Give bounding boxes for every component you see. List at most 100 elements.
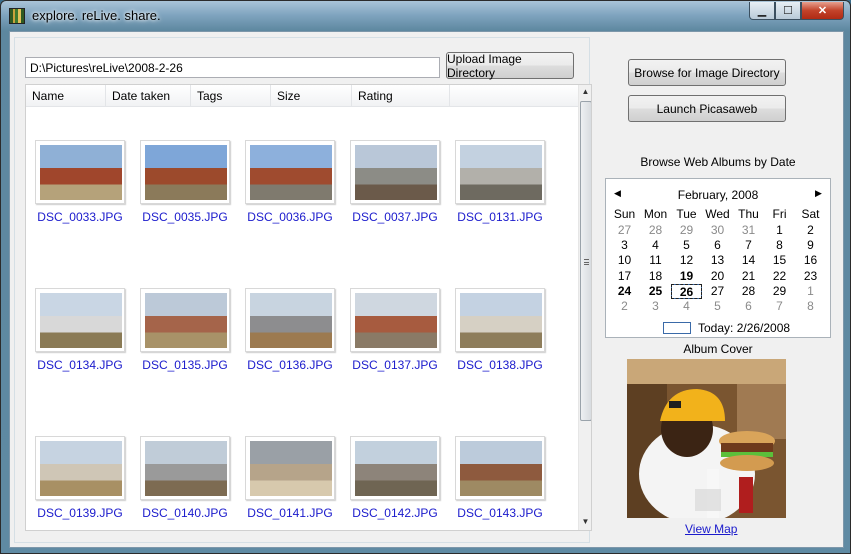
calendar-day[interactable]: 28: [733, 284, 764, 299]
photo-thumbnail-campus-field[interactable]: [140, 288, 230, 352]
thumbnail-filename[interactable]: DSC_0139.JPG: [34, 506, 126, 520]
photo-thumbnail-brick-building[interactable]: [140, 140, 230, 204]
column-header-name[interactable]: Name: [26, 85, 106, 107]
calendar-day[interactable]: 27: [702, 284, 733, 299]
calendar-day[interactable]: 27: [609, 223, 640, 238]
calendar-day[interactable]: 17: [609, 269, 640, 284]
calendar-day[interactable]: 21: [733, 269, 764, 284]
image-list-view[interactable]: Name Date taken Tags Size Rating DSC_003…: [25, 84, 592, 531]
next-month-arrow-icon[interactable]: ▶: [815, 188, 822, 199]
photo-thumbnail-sculpture[interactable]: [245, 288, 335, 352]
calendar-day[interactable]: 6: [733, 299, 764, 314]
calendar-day[interactable]: 9: [795, 238, 826, 253]
weekday-label: Fri: [772, 207, 787, 221]
photo-thumbnail-brick-building[interactable]: [455, 436, 545, 500]
upload-image-directory-button[interactable]: Upload Image Directory: [446, 52, 574, 80]
calendar-today-label: Today: 2/26/2008: [698, 321, 791, 335]
thumbnail-filename[interactable]: DSC_0035.JPG: [139, 210, 231, 224]
close-button[interactable]: ✕: [801, 2, 844, 20]
thumbnail-filename[interactable]: DSC_0036.JPG: [244, 210, 336, 224]
photo-thumbnail-ring-sculpture[interactable]: [140, 436, 230, 500]
thumbnail-filename[interactable]: DSC_0140.JPG: [139, 506, 231, 520]
previous-month-arrow-icon[interactable]: ◀: [614, 188, 621, 199]
calendar-day[interactable]: 16: [795, 253, 826, 268]
calendar-day[interactable]: 2: [609, 299, 640, 314]
thumbnail-filename[interactable]: DSC_0138.JPG: [454, 358, 546, 372]
calendar-day[interactable]: 3: [609, 238, 640, 253]
calendar-day[interactable]: 14: [733, 253, 764, 268]
calendar-day[interactable]: 30: [702, 223, 733, 238]
thumbnail-filename[interactable]: DSC_0134.JPG: [34, 358, 126, 372]
directory-path-input[interactable]: [25, 57, 440, 78]
calendar-day[interactable]: 15: [764, 253, 795, 268]
weekday-label: Thu: [738, 207, 759, 221]
calendar-day[interactable]: 13: [702, 253, 733, 268]
vertical-scrollbar[interactable]: ▲ ▼: [578, 85, 591, 530]
photo-thumbnail-modern-building[interactable]: [350, 436, 440, 500]
photo-thumbnail-satellite-dish[interactable]: [35, 288, 125, 352]
scroll-thumb[interactable]: [580, 101, 591, 421]
calendar-today-link[interactable]: Today: 2/26/2008: [663, 321, 790, 335]
calendar-day[interactable]: 1: [795, 284, 826, 299]
photo-thumbnail-garage-doors[interactable]: [350, 288, 440, 352]
calendar-day[interactable]: 5: [671, 238, 702, 253]
calendar-day[interactable]: 29: [671, 223, 702, 238]
photo-thumbnail-building-corner[interactable]: [350, 140, 440, 204]
calendar-day[interactable]: 2: [795, 223, 826, 238]
photo-thumbnail-brick-building[interactable]: [245, 140, 335, 204]
calendar-day[interactable]: 8: [795, 299, 826, 314]
column-header-tags[interactable]: Tags: [191, 85, 271, 107]
thumbnail-filename[interactable]: DSC_0136.JPG: [244, 358, 336, 372]
column-header-size[interactable]: Size: [271, 85, 352, 107]
launch-picasaweb-button[interactable]: Launch Picasaweb: [628, 95, 786, 122]
scroll-up-arrow-icon[interactable]: ▲: [581, 87, 590, 96]
photo-thumbnail-parking-lot[interactable]: [455, 140, 545, 204]
scroll-down-arrow-icon[interactable]: ▼: [581, 517, 590, 526]
calendar-day[interactable]: 20: [702, 269, 733, 284]
thumbnail-filename[interactable]: DSC_0135.JPG: [139, 358, 231, 372]
calendar-day[interactable]: 1: [764, 223, 795, 238]
calendar-day[interactable]: 5: [702, 299, 733, 314]
title-bar[interactable]: explore. reLive. share. ▁ ☐ ✕: [1, 1, 850, 31]
thumbnail-filename[interactable]: DSC_0137.JPG: [349, 358, 441, 372]
calendar-day[interactable]: 10: [609, 253, 640, 268]
calendar-day[interactable]: 23: [795, 269, 826, 284]
thumbnail-filename[interactable]: DSC_0037.JPG: [349, 210, 441, 224]
calendar-day[interactable]: 25: [640, 284, 671, 299]
photo-thumbnail-white-buildings[interactable]: [455, 288, 545, 352]
calendar-day[interactable]: 4: [671, 299, 702, 314]
calendar-day[interactable]: 24: [609, 284, 640, 299]
calendar-day[interactable]: 18: [640, 269, 671, 284]
calendar-day[interactable]: 7: [733, 238, 764, 253]
calendar-day[interactable]: 22: [764, 269, 795, 284]
calendar-day[interactable]: 19: [671, 269, 702, 284]
thumbnail-filename[interactable]: DSC_0131.JPG: [454, 210, 546, 224]
minimize-button[interactable]: ▁: [749, 2, 775, 20]
calendar-day[interactable]: 4: [640, 238, 671, 253]
thumbnail-filename[interactable]: DSC_0142.JPG: [349, 506, 441, 520]
calendar-day[interactable]: 31: [733, 223, 764, 238]
view-map-link[interactable]: View Map: [685, 522, 737, 536]
calendar-day[interactable]: 26: [671, 283, 702, 299]
calendar-day[interactable]: 11: [640, 253, 671, 268]
browse-image-directory-button[interactable]: Browse for Image Directory: [628, 59, 786, 86]
photo-thumbnail-stone-wall-sign[interactable]: [245, 436, 335, 500]
calendar-day[interactable]: 3: [640, 299, 671, 314]
calendar-day[interactable]: 29: [764, 284, 795, 299]
thumbnail-filename[interactable]: DSC_0143.JPG: [454, 506, 546, 520]
photo-thumbnail-campus-building[interactable]: [35, 140, 125, 204]
month-calendar[interactable]: February, 2008 ◀ ▶ Sun Mon Tue Wed Thu Fri Sat…: [605, 178, 831, 338]
weekday-label: Tue: [676, 207, 697, 221]
app-icon[interactable]: [9, 8, 25, 24]
photo-thumbnail-distant-buildings[interactable]: [35, 436, 125, 500]
maximize-button[interactable]: ☐: [775, 2, 801, 20]
calendar-day[interactable]: 8: [764, 238, 795, 253]
thumbnail-filename[interactable]: DSC_0141.JPG: [244, 506, 336, 520]
calendar-day[interactable]: 7: [764, 299, 795, 314]
calendar-day[interactable]: 12: [671, 253, 702, 268]
calendar-day[interactable]: 28: [640, 223, 671, 238]
calendar-day[interactable]: 6: [702, 238, 733, 253]
thumbnail-filename[interactable]: DSC_0033.JPG: [34, 210, 126, 224]
column-header-date-taken[interactable]: Date taken: [106, 85, 191, 107]
column-header-rating[interactable]: Rating: [352, 85, 450, 107]
